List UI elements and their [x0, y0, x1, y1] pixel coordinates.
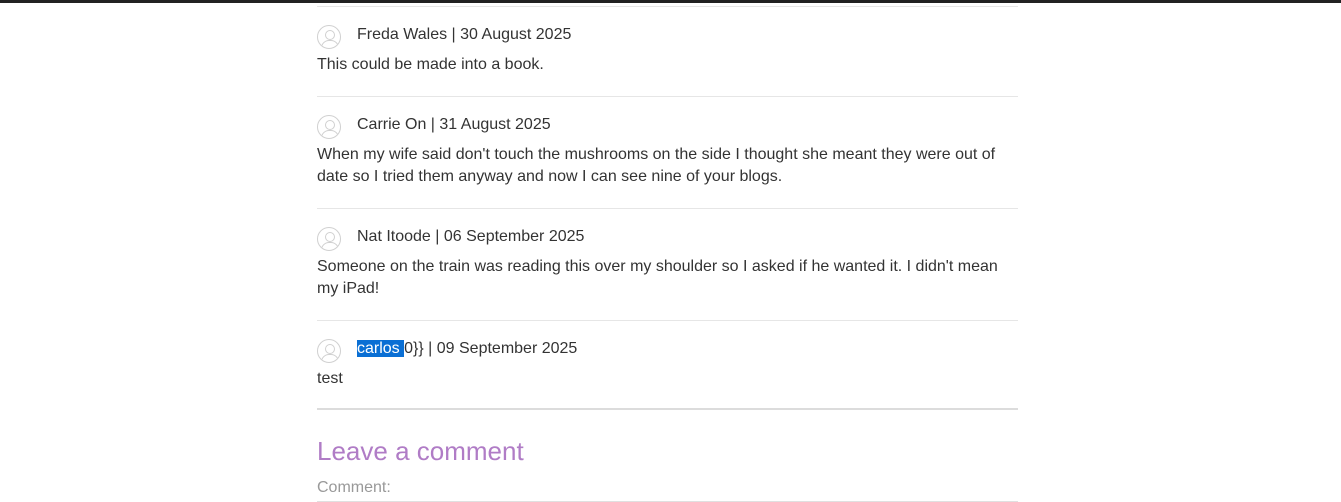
comment-body: When my wife said don't touch the mushro… [317, 145, 996, 186]
comment-field-label: Comment: [317, 479, 391, 496]
avatar-icon [317, 25, 341, 49]
comment-author-line: carlos 0}} | 09 September 2025 [357, 339, 578, 358]
comment: Nat Itoode | 06 September 2025 Someone o… [317, 209, 1018, 321]
comment-separator: | [423, 339, 437, 357]
comment-body: test [317, 369, 343, 387]
comment-body: Someone on the train was reading this ov… [317, 257, 998, 298]
avatar-icon [317, 114, 341, 139]
avatar-icon [317, 226, 341, 251]
comment-date: 31 August 2025 [439, 115, 551, 133]
comment-header: Carrie On | 31 August 2025 [317, 112, 1018, 139]
comment: carlos 0}} | 09 September 2025 test [317, 321, 1018, 410]
comment-author: Carrie On [357, 115, 427, 133]
comment-author-line: Carrie On | 31 August 2025 [357, 116, 551, 134]
comments-section: Freda Wales | 30 August 2025 This could … [317, 0, 1018, 502]
comment-header: carlos 0}} | 09 September 2025 [317, 336, 1018, 363]
comment-author: 0}} [404, 339, 424, 357]
comment-author: Nat Itoode [357, 227, 431, 245]
leave-comment-heading: Leave a comment [317, 436, 524, 466]
comment-date: 30 August 2025 [460, 26, 572, 43]
comment-separator: | [430, 227, 444, 245]
comment-author-line: Nat Itoode | 06 September 2025 [357, 228, 584, 246]
comment: Carrie On | 31 August 2025 When my wife … [317, 97, 1018, 209]
comment: Freda Wales | 30 August 2025 This could … [317, 7, 1018, 97]
comment-body: This could be made into a book. [317, 56, 544, 73]
comment-date: 09 September 2025 [436, 339, 578, 357]
comment-separator: | [447, 26, 461, 43]
comment-header: Freda Wales | 30 August 2025 [317, 22, 1018, 49]
comment-author-selected[interactable]: carlos [357, 339, 405, 357]
comment-header: Nat Itoode | 06 September 2025 [317, 224, 1018, 251]
avatar-icon [317, 338, 341, 363]
comment-date: 06 September 2025 [443, 227, 585, 245]
comment-author: Freda Wales [357, 26, 448, 43]
comment-separator: | [426, 115, 440, 133]
comment-author-line: Freda Wales | 30 August 2025 [357, 26, 571, 44]
